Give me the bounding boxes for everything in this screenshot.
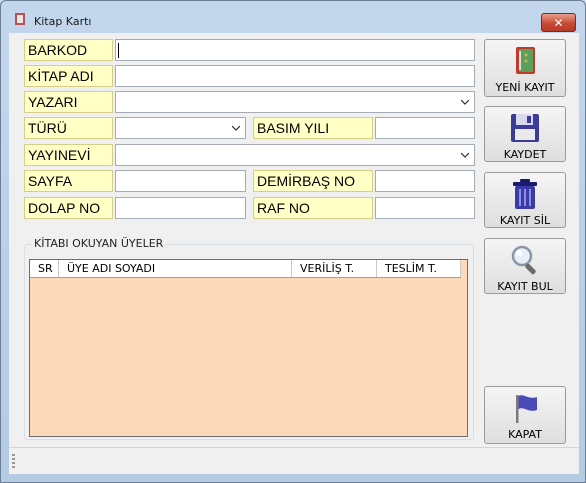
yazari-label: YAZARI xyxy=(24,91,113,113)
chevron-down-icon xyxy=(232,125,240,131)
sayfa-input[interactable] xyxy=(115,170,246,192)
form-area: BARKOD KİTAP ADI YAZARI TÜRÜ BASIM YILI … xyxy=(9,33,579,473)
yazari-combobox[interactable] xyxy=(115,91,475,113)
title-bar[interactable]: Kitap Kartı ✕ xyxy=(1,1,585,32)
column-header-sr[interactable]: SR xyxy=(30,260,59,277)
turu-combobox[interactable] xyxy=(115,117,246,139)
yayinevi-combobox[interactable] xyxy=(115,144,475,166)
floppy-disk-icon xyxy=(511,114,539,142)
column-header-teslim-tarihi[interactable]: TESLİM T. xyxy=(377,260,461,277)
turu-label: TÜRÜ xyxy=(24,117,113,139)
dolap-no-input[interactable] xyxy=(115,197,246,219)
chevron-down-icon xyxy=(461,152,469,158)
status-bar xyxy=(9,447,579,474)
new-record-book-icon xyxy=(516,47,535,74)
column-header-verilis-tarihi[interactable]: VERİLİŞ T. xyxy=(292,260,377,277)
raf-no-input[interactable] xyxy=(375,197,475,219)
basim-yili-input[interactable] xyxy=(375,117,475,139)
kitap-adi-label: KİTAP ADI xyxy=(24,65,113,87)
kayit-sil-label: KAYIT SİL xyxy=(499,214,551,227)
kayit-bul-label: KAYIT BUL xyxy=(497,280,553,293)
kitap-karti-window: Kitap Kartı ✕ BARKOD KİTAP ADI YAZARI TÜ… xyxy=(0,0,586,483)
kapat-button[interactable]: KAPAT xyxy=(484,386,566,444)
kaydet-button[interactable]: KAYDET xyxy=(484,106,566,162)
app-icon xyxy=(15,13,25,25)
window-title: Kitap Kartı xyxy=(34,15,92,28)
barkod-label: BARKOD xyxy=(24,39,113,61)
close-button[interactable]: ✕ xyxy=(541,13,576,32)
column-header-uye-adi-soyadi[interactable]: ÜYE ADI SOYADI xyxy=(59,260,292,277)
readers-grid[interactable]: SR ÜYE ADI SOYADI VERİLİŞ T. TESLİM T. xyxy=(29,259,468,437)
barkod-input[interactable] xyxy=(115,39,475,61)
sayfa-label: SAYFA xyxy=(24,170,113,192)
flag-icon xyxy=(516,395,537,423)
basim-yili-label: BASIM YILI xyxy=(253,117,373,139)
magnifier-icon xyxy=(511,245,536,275)
demirbas-no-label: DEMİRBAŞ NO xyxy=(253,170,373,192)
close-icon: ✕ xyxy=(553,15,564,30)
yeni-kayit-button[interactable]: YENİ KAYIT xyxy=(484,39,566,97)
resize-grip[interactable] xyxy=(12,454,15,468)
raf-no-label: RAF NO xyxy=(253,197,373,219)
dolap-no-label: DOLAP NO xyxy=(24,197,113,219)
kayit-sil-button[interactable]: KAYIT SİL xyxy=(484,172,566,228)
kapat-label: KAPAT xyxy=(508,428,542,441)
yayinevi-label: YAYINEVİ xyxy=(24,144,113,166)
grid-header: SR ÜYE ADI SOYADI VERİLİŞ T. TESLİM T. xyxy=(30,260,461,278)
trash-can-icon xyxy=(513,179,537,209)
kitap-adi-input[interactable] xyxy=(115,65,475,87)
text-cursor xyxy=(118,43,119,58)
kaydet-label: KAYDET xyxy=(503,148,547,161)
kayit-bul-button[interactable]: KAYIT BUL xyxy=(484,238,566,294)
chevron-down-icon xyxy=(461,99,469,105)
yeni-kayit-label: YENİ KAYIT xyxy=(495,81,555,94)
readers-group-title: KİTABI OKUYAN ÜYELER xyxy=(32,237,166,250)
demirbas-no-input[interactable] xyxy=(375,170,475,192)
